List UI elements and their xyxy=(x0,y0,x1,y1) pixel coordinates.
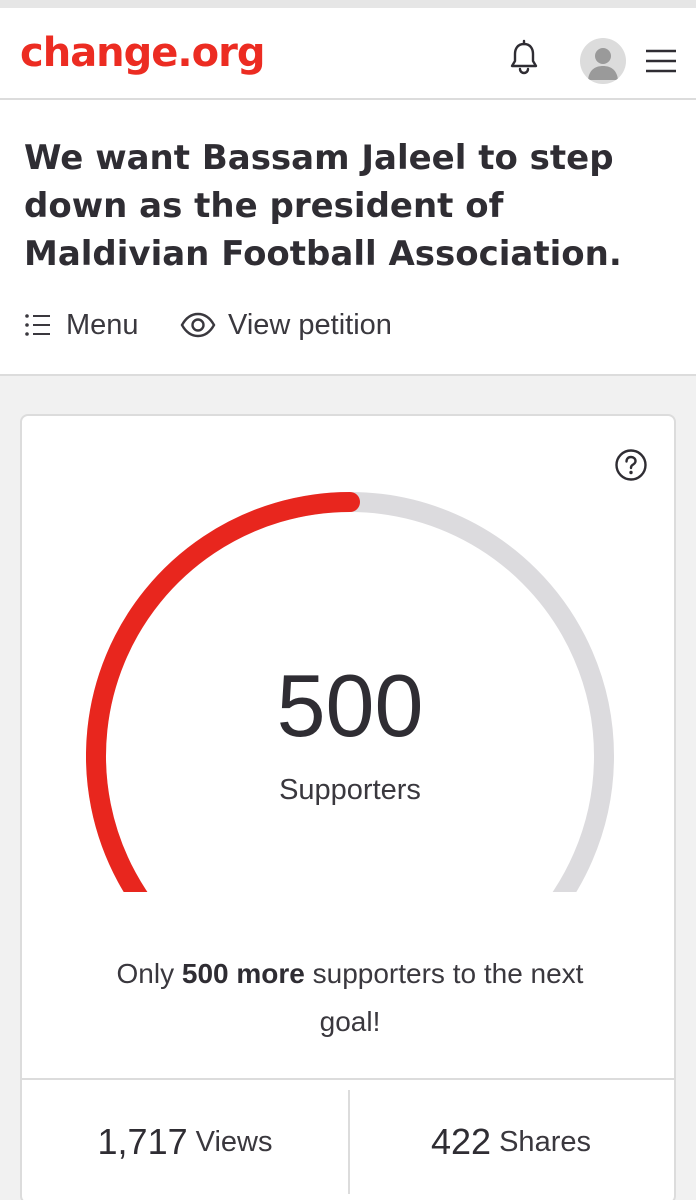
user-avatar-icon[interactable] xyxy=(580,38,626,84)
supporter-count: 500 xyxy=(276,656,424,755)
goal-prefix: Only xyxy=(116,958,182,989)
petition-header: We want Bassam Jaleel to step down as th… xyxy=(0,100,696,376)
goal-message: Only 500 more supporters to the next goa… xyxy=(102,950,598,1046)
menu-button[interactable]: Menu xyxy=(24,305,139,345)
change-org-logo[interactable]: change.org xyxy=(20,30,265,76)
petition-title: We want Bassam Jaleel to step down as th… xyxy=(24,138,622,274)
shares-label: Shares xyxy=(499,1125,591,1158)
shares-count: 422 xyxy=(431,1121,492,1162)
progress-card: 500 Supporters Only 500 more supporters … xyxy=(20,414,676,1200)
goal-suffix: supporters to the next goal! xyxy=(304,958,584,1037)
view-petition-button[interactable]: View petition xyxy=(180,305,392,345)
views-label: Views xyxy=(195,1125,273,1158)
bell-icon[interactable] xyxy=(504,38,544,78)
views-stat: 1,717 Views xyxy=(22,1080,348,1200)
menu-label: Menu xyxy=(66,308,139,341)
supporter-count-label: Supporters xyxy=(279,774,421,806)
shares-stat: 422 Shares xyxy=(348,1080,674,1200)
stats-row: 1,717 Views 422 Shares xyxy=(22,1078,674,1200)
eye-icon xyxy=(180,312,216,338)
view-petition-label: View petition xyxy=(228,308,392,341)
hamburger-icon[interactable] xyxy=(644,46,678,76)
views-count: 1,717 xyxy=(97,1121,188,1162)
help-icon[interactable] xyxy=(614,448,648,482)
goal-remaining: 500 more xyxy=(181,958,305,989)
list-icon xyxy=(25,314,50,336)
top-navigation-bar: change.org xyxy=(0,0,696,100)
